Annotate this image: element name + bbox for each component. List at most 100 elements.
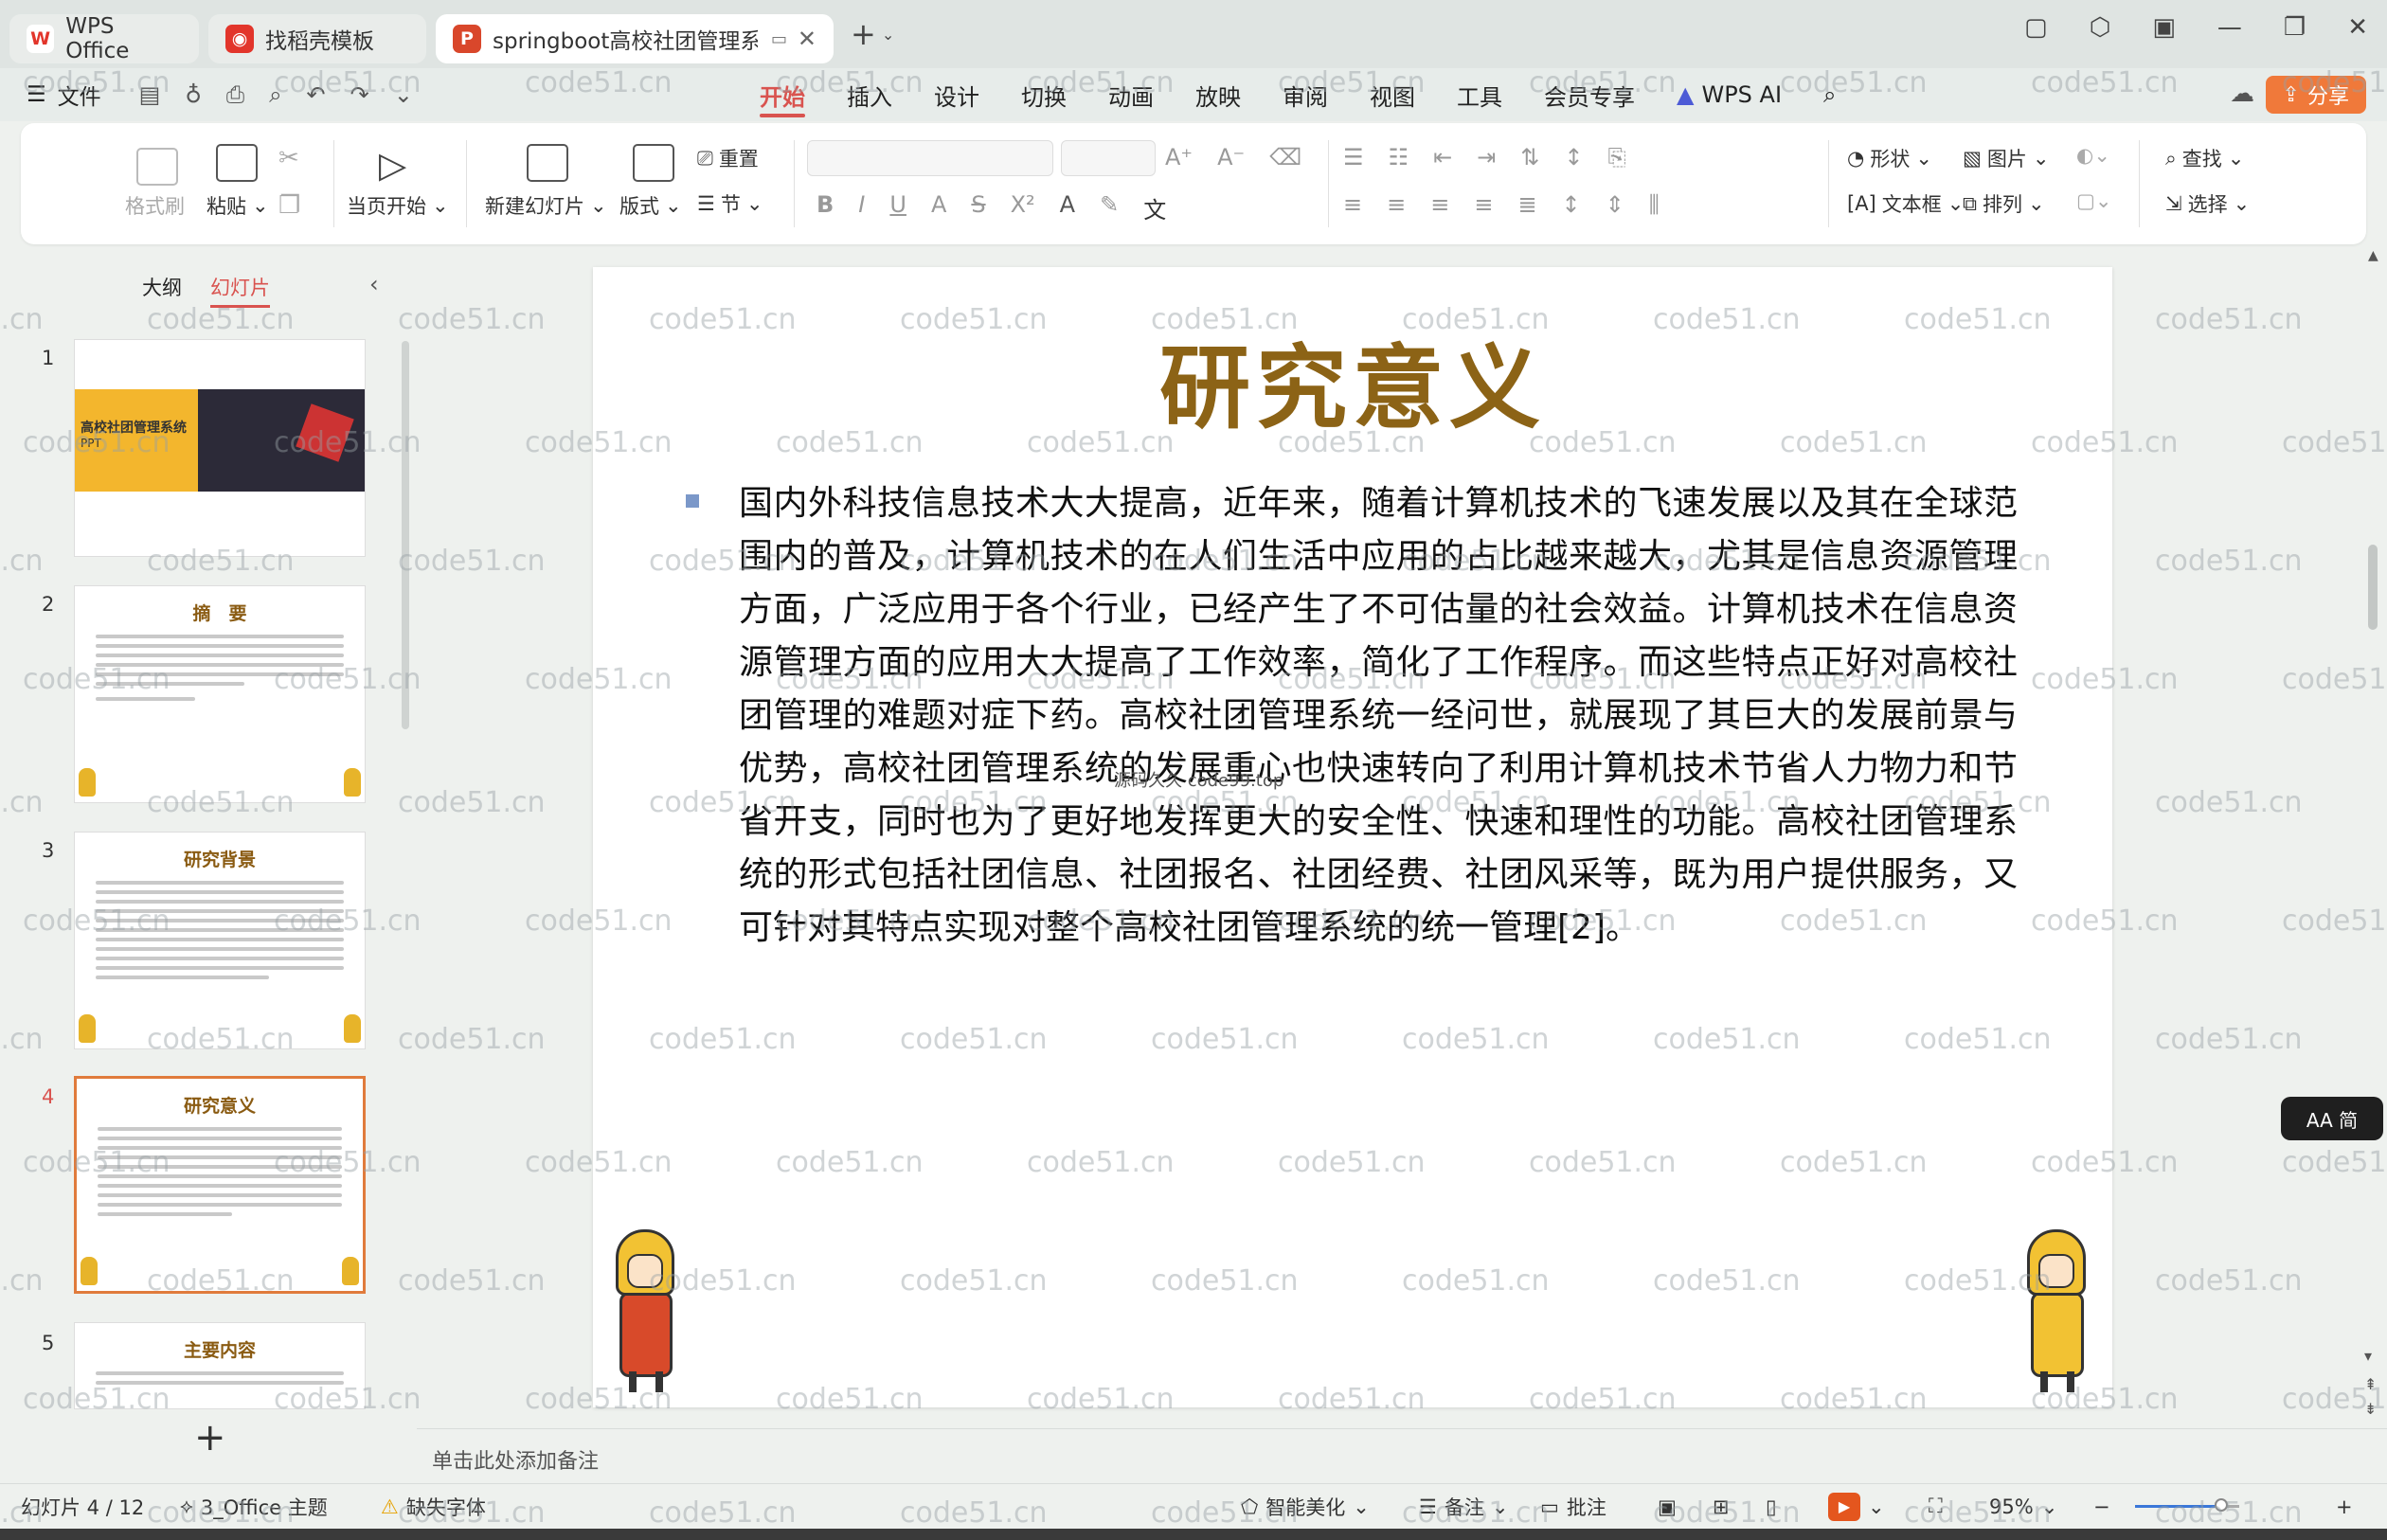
add-slide-button[interactable]: + xyxy=(194,1416,226,1459)
columns-icon[interactable]: ⫼ xyxy=(1649,191,1660,218)
zoom-in-icon[interactable]: + xyxy=(2336,1495,2353,1518)
chevron-down-icon[interactable]: ⌄ xyxy=(394,81,413,108)
tab-animations[interactable]: 动画 xyxy=(1087,68,1175,121)
align-right-icon[interactable]: ≡ xyxy=(1430,191,1449,218)
convert-icon[interactable]: ⎘ xyxy=(1607,144,1625,170)
clear-format-icon[interactable]: ⌫ xyxy=(1269,144,1301,170)
text-direction-icon[interactable]: ⇅ xyxy=(1520,144,1539,170)
missing-font-indicator[interactable]: ⚠ 缺失字体 xyxy=(381,1493,486,1521)
slide-thumbnail-2[interactable]: 摘 要 xyxy=(74,585,366,803)
justify-icon[interactable]: ≡ xyxy=(1474,191,1493,218)
line-spacing-icon[interactable]: ↕ xyxy=(1562,191,1581,218)
canvas-scrollbar[interactable] xyxy=(2368,545,2378,630)
picture-button[interactable]: ▧ 图片 ⌄ xyxy=(1963,144,2049,172)
numbered-list-icon[interactable]: ☷ xyxy=(1389,144,1409,170)
fill-icon[interactable]: ◐⌄ xyxy=(2076,144,2110,167)
print-icon[interactable]: ⎙ xyxy=(226,81,244,108)
zoom-slider-handle[interactable] xyxy=(2215,1498,2228,1512)
tab-home[interactable]: 开始 xyxy=(739,68,826,121)
superscript-icon[interactable]: X² xyxy=(1011,191,1035,224)
bullet-list-icon[interactable]: ☰ xyxy=(1343,144,1364,170)
share-button[interactable]: ⇪ 分享 xyxy=(2265,76,2366,114)
align-center-icon[interactable]: ≡ xyxy=(1387,191,1406,218)
tab-design[interactable]: 设计 xyxy=(913,68,1000,121)
tab-review[interactable]: 审阅 xyxy=(1262,68,1349,121)
cube-icon[interactable]: ⬡ xyxy=(2090,13,2111,42)
search-icon[interactable]: ⌕ xyxy=(1803,68,1857,121)
tab-wps-office[interactable]: W WPS Office xyxy=(9,14,199,63)
reading-view-icon[interactable]: ▯ xyxy=(1766,1495,1777,1518)
zoom-level[interactable]: 95% ⌄ xyxy=(1989,1495,2057,1518)
theme-indicator[interactable]: ⟡ 3_Office 主题 xyxy=(180,1493,328,1521)
start-from-current-button[interactable]: 当页开始 ⌄ xyxy=(347,191,449,220)
reset-button[interactable]: ⎚ 重置 xyxy=(697,144,759,172)
normal-view-icon[interactable]: ▣ xyxy=(1658,1495,1677,1518)
zoom-out-icon[interactable]: − xyxy=(2093,1495,2110,1518)
section-button[interactable]: ☰ 节 ⌄ xyxy=(697,189,763,218)
print-preview-icon[interactable]: ⌕ xyxy=(269,81,281,108)
increase-indent-icon[interactable]: ⇥ xyxy=(1477,144,1496,170)
close-tab-icon[interactable]: ✕ xyxy=(798,26,817,52)
shadow-icon[interactable]: A xyxy=(931,191,946,224)
outline-icon[interactable]: ▢⌄ xyxy=(2076,189,2111,212)
font-size-select[interactable] xyxy=(1061,140,1156,176)
simplified-traditional-toggle[interactable]: AA 简 xyxy=(2281,1097,2383,1140)
fit-window-icon[interactable]: ⛶ xyxy=(1929,1495,1943,1518)
layout-button[interactable]: 版式 ⌄ xyxy=(619,191,682,220)
format-painter-button[interactable]: 格式刷 xyxy=(125,191,185,220)
paste-button[interactable]: 粘贴 ⌄ xyxy=(206,191,269,220)
tab-outline[interactable]: 大纲 xyxy=(142,273,182,308)
paragraph-spacing-icon[interactable]: ⇕ xyxy=(1606,191,1624,218)
new-slide-button[interactable]: 新建幻灯片 ⌄ xyxy=(485,191,607,220)
font-color-icon[interactable]: A xyxy=(1060,191,1075,224)
sort-icon[interactable]: ↕ xyxy=(1564,144,1583,170)
notes-area[interactable]: 单击此处添加备注 xyxy=(417,1428,2387,1481)
tab-document[interactable]: P springboot高校社团管理系统 ▭ ✕ xyxy=(436,14,834,63)
grid-view-icon[interactable]: ⊞ xyxy=(1713,1495,1730,1518)
tab-insert[interactable]: 插入 xyxy=(826,68,913,121)
slide-thumbnail-5[interactable]: 主要内容 xyxy=(74,1322,366,1409)
cloud-sync-icon[interactable]: ♁ xyxy=(185,81,202,108)
tab-wps-ai[interactable]: ▲ WPS AI xyxy=(1656,68,1803,121)
slide-thumbnail-1[interactable]: 高校社团管理系统 PPT xyxy=(74,339,366,557)
save-icon[interactable]: ▤ xyxy=(139,81,161,108)
close-window-icon[interactable]: ✕ xyxy=(2347,13,2368,42)
previous-slide-icon[interactable]: ⇞ xyxy=(2364,1375,2377,1393)
plus-icon[interactable]: + xyxy=(851,16,876,52)
slide-thumbnail-4[interactable]: 研究意义 xyxy=(74,1076,366,1294)
panel-scrollbar[interactable] xyxy=(402,341,409,729)
notes-toggle[interactable]: ☰ 备注 ⌄ xyxy=(1419,1493,1508,1521)
shape-button[interactable]: ◔ 形状 ⌄ xyxy=(1847,144,1932,172)
italic-icon[interactable]: I xyxy=(858,191,865,224)
font-family-select[interactable] xyxy=(807,140,1053,176)
tab-slides[interactable]: 幻灯片 xyxy=(210,273,270,308)
panel-icon[interactable]: ▢ xyxy=(2024,13,2048,42)
strikethrough-icon[interactable]: S xyxy=(971,191,985,224)
slide-body-text[interactable]: 国内外科技信息技术大大提高，近年来，随着计算机技术的飞速发展以及其在全球范围内的… xyxy=(739,477,2018,955)
file-menu[interactable]: ☰ 文件 xyxy=(27,79,101,111)
chevron-down-icon[interactable]: ⌄ xyxy=(882,26,894,44)
bold-icon[interactable]: B xyxy=(817,191,834,224)
chevron-down-icon[interactable]: ▾ xyxy=(2364,1347,2372,1365)
tab-slideshow[interactable]: 放映 xyxy=(1175,68,1262,121)
smart-beautify-button[interactable]: ⬠ 智能美化 ⌄ xyxy=(1241,1493,1370,1521)
distribute-icon[interactable]: ≣ xyxy=(1517,191,1536,218)
slide-title[interactable]: 研究意义 xyxy=(593,314,2112,446)
arrange-button[interactable]: ⧉ 排列 ⌄ xyxy=(1963,189,2045,218)
tab-member[interactable]: 会员专享 xyxy=(1523,68,1656,121)
phonetic-icon[interactable]: 文 xyxy=(1143,191,1166,224)
maximize-icon[interactable]: ❐ xyxy=(2284,13,2306,42)
redo-icon[interactable]: ↷ xyxy=(350,81,369,108)
avatar[interactable]: ▣ xyxy=(2152,13,2176,42)
current-slide[interactable]: 研究意义 国内外科技信息技术大大提高，近年来，随着计算机技术的飞速发展以及其在全… xyxy=(593,267,2112,1407)
decrease-indent-icon[interactable]: ⇤ xyxy=(1433,144,1452,170)
select-button[interactable]: ⇲ 选择 ⌄ xyxy=(2165,189,2250,218)
underline-icon[interactable]: U xyxy=(889,191,906,224)
cut-icon[interactable]: ✂ xyxy=(278,144,299,172)
play-slideshow-button[interactable]: ▶ ⌄ xyxy=(1828,1492,1885,1521)
increase-font-icon[interactable]: A⁺ xyxy=(1165,144,1193,170)
undo-icon[interactable]: ↶ xyxy=(307,81,326,108)
copy-icon[interactable]: ❐ xyxy=(278,191,300,220)
decrease-font-icon[interactable]: A⁻ xyxy=(1217,144,1245,170)
slide-thumbnail-3[interactable]: 研究背景 xyxy=(74,832,366,1049)
